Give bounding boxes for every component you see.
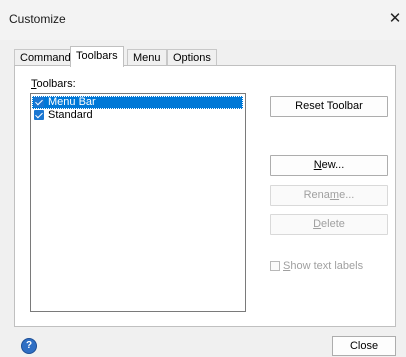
list-item-label: Menu Bar [48, 96, 96, 108]
list-item-menu-bar[interactable]: Menu Bar [32, 96, 243, 109]
delete-button-mnemonic: D [313, 218, 322, 230]
list-item-standard[interactable]: Standard [32, 109, 93, 122]
rename-button[interactable]: Rename... [270, 185, 388, 206]
rename-button-text: e... [339, 189, 355, 201]
rename-button-mnemonic: m [329, 189, 340, 201]
checkbox-checked-icon[interactable] [34, 97, 44, 107]
checkbox-unchecked-icon[interactable] [270, 261, 280, 271]
tab-toolbars[interactable]: Toolbars [70, 46, 124, 67]
show-text-labels-text: how text labels [290, 260, 364, 272]
new-button[interactable]: New... [270, 155, 388, 176]
reset-toolbar-button[interactable]: Reset Toolbar [270, 96, 388, 117]
toolbars-label-text: oolbars: [36, 78, 76, 90]
close-icon[interactable]: ✕ [384, 6, 406, 32]
close-button[interactable]: Close [332, 336, 396, 356]
title-bar: Customize ✕ [0, 0, 406, 40]
delete-button[interactable]: Delete [270, 214, 388, 235]
toolbars-label: Toolbars: [31, 78, 76, 90]
show-text-labels-checkbox[interactable]: Show text labels [270, 260, 363, 272]
new-button-text: ew... [321, 159, 345, 171]
help-icon[interactable]: ? [21, 338, 37, 354]
toolbars-listbox[interactable]: Menu Bar Standard [30, 93, 246, 312]
rename-button-text-pre: Rena [303, 189, 330, 201]
delete-button-text: elete [321, 218, 345, 230]
list-item-label: Standard [48, 109, 93, 121]
new-button-mnemonic: N [313, 159, 322, 171]
checkbox-checked-icon[interactable] [34, 110, 44, 120]
window-title: Customize [9, 12, 66, 26]
